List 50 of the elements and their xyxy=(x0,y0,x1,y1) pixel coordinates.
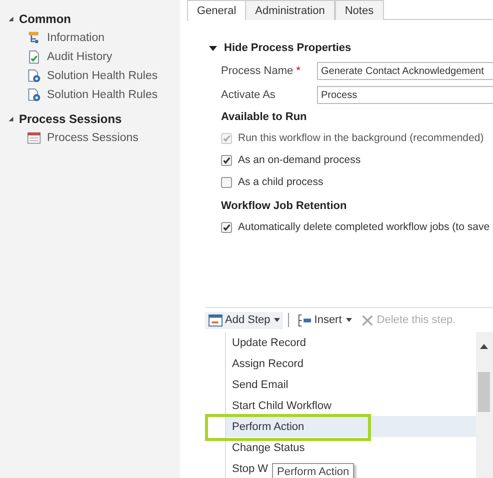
caret-icon xyxy=(346,318,352,322)
sidebar-item[interactable]: Solution Health Rules xyxy=(47,88,158,100)
checkbox[interactable] xyxy=(221,222,232,232)
tab[interactable]: General xyxy=(187,0,246,21)
checkbox-label: Run this workflow in the background (recommended) xyxy=(238,132,484,144)
menu-item[interactable]: Start Child Workflow xyxy=(226,395,476,416)
toolbar-button[interactable]: Add Step xyxy=(205,312,284,328)
menu-item[interactable]: Change Status xyxy=(226,437,476,458)
menu-item[interactable]: Perform Action xyxy=(226,416,476,437)
tab[interactable]: Notes xyxy=(334,0,384,20)
insert-icon xyxy=(297,314,312,326)
checkbox-label: As an on-demand process xyxy=(238,154,361,166)
group-heading: Workflow Job Retention xyxy=(221,200,348,214)
collapse-icon[interactable] xyxy=(8,16,14,22)
field-label: Process Name xyxy=(221,65,294,77)
group-heading: Available to Run xyxy=(221,111,308,125)
sidebar-item[interactable]: Process Sessions xyxy=(47,132,138,144)
tooltip: Perform Action xyxy=(272,463,354,478)
checkbox[interactable] xyxy=(221,154,232,166)
sidebar-item[interactable]: Solution Health Rules xyxy=(47,70,158,82)
field-label: Activate As xyxy=(221,89,276,101)
scrollbar[interactable] xyxy=(476,332,493,478)
checkbox-label: Automatically delete completed workflow jobs (to save xyxy=(238,221,490,233)
checkbox[interactable] xyxy=(221,176,232,188)
hierarchy-icon xyxy=(27,30,41,44)
caret-icon[interactable] xyxy=(209,44,217,52)
scroll-thumb[interactable] xyxy=(478,372,490,412)
document-gear-icon xyxy=(27,88,41,102)
window-add-icon xyxy=(208,314,223,326)
checkbox-label: As a child process xyxy=(238,176,324,188)
section-heading: Common xyxy=(19,12,71,26)
document-gear-icon xyxy=(27,68,41,82)
required-mark: * xyxy=(296,65,300,77)
calendar-icon xyxy=(27,130,41,144)
section-heading: Process Sessions xyxy=(19,112,122,126)
scroll-up-icon[interactable] xyxy=(480,344,488,349)
tab[interactable]: Administration xyxy=(245,0,335,20)
sidebar-item[interactable]: Audit History xyxy=(47,50,112,62)
input-field[interactable]: Generate Contact Acknowledgement xyxy=(317,62,493,80)
caret-icon xyxy=(274,318,280,322)
sidebar-item[interactable]: Information xyxy=(47,32,105,44)
close-icon xyxy=(360,314,375,326)
section-title: Hide Process Properties xyxy=(224,42,352,54)
document-check-icon xyxy=(27,50,41,64)
menu-item[interactable]: Send Email xyxy=(226,374,476,395)
menu-item[interactable]: Update Record xyxy=(226,332,476,353)
menu-item[interactable]: Assign Record xyxy=(226,353,476,374)
input-field[interactable]: Process xyxy=(317,86,493,104)
collapse-icon[interactable] xyxy=(8,116,14,122)
toolbar-button[interactable]: Insert xyxy=(294,312,355,328)
